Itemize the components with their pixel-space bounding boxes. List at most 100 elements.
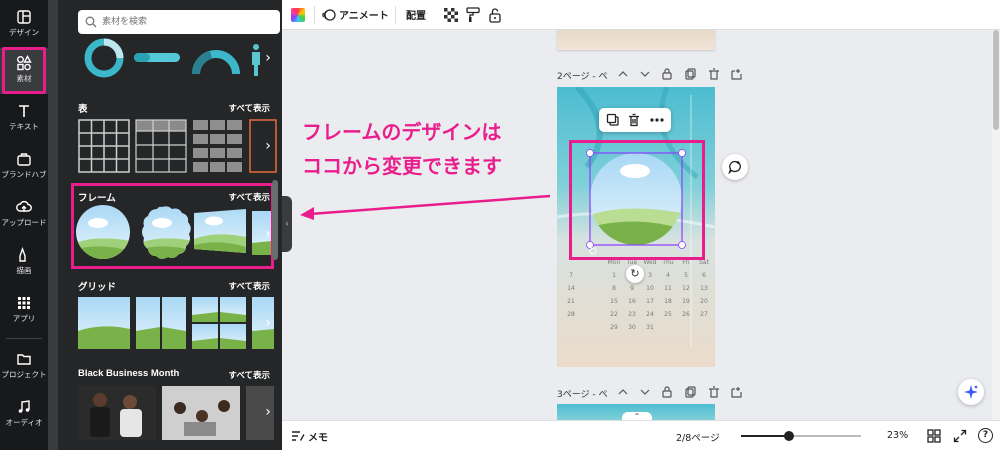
- rail-label: アプリ: [12, 314, 36, 323]
- calendar-leading-day: 28: [567, 311, 575, 318]
- calendar-date: 5: [684, 272, 688, 279]
- search-box[interactable]: [78, 10, 280, 34]
- more-icon[interactable]: [649, 113, 665, 127]
- notes-icon: [292, 431, 305, 441]
- grid-view-icon[interactable]: [927, 429, 941, 443]
- rail-item-text[interactable]: テキスト: [0, 96, 48, 142]
- panel-scrollbar[interactable]: [272, 180, 278, 260]
- toolbar-divider: [395, 6, 396, 24]
- add-comment-button[interactable]: [722, 154, 748, 180]
- annotation-text: フレームのデザインは ココから変更できます: [302, 115, 502, 183]
- trash-icon: [709, 68, 719, 80]
- brand-icon: [17, 153, 31, 166]
- rail-label: 描画: [16, 266, 32, 275]
- calendar-date: 16: [628, 298, 636, 305]
- left-rail: デザイン 素材 テキスト ブランドハブ アップロード 描画 アプリ プロジェクト…: [0, 0, 48, 450]
- see-all-table[interactable]: すべて表示: [228, 102, 270, 114]
- page-3-controls: [618, 386, 742, 398]
- calendar-day-header: Mon: [608, 259, 621, 266]
- rail-item-apps[interactable]: アプリ: [0, 288, 48, 334]
- rail-label: テキスト: [9, 122, 39, 131]
- zoom-level[interactable]: 23%: [887, 430, 908, 441]
- rail-item-projects[interactable]: プロジェクト: [0, 344, 48, 390]
- calendar-date: 10: [646, 285, 654, 292]
- help-icon[interactable]: ?: [978, 428, 993, 443]
- toolbar-divider: [314, 6, 315, 24]
- search-icon: [85, 16, 97, 28]
- apps-icon: [18, 297, 30, 309]
- shape-thumbnails-row[interactable]: [72, 38, 282, 82]
- chevron-up-icon: [618, 71, 628, 77]
- zoom-slider-track[interactable]: [741, 431, 861, 441]
- duplicate-icon[interactable]: [606, 113, 620, 127]
- scrollbar-thumb[interactable]: [993, 30, 999, 130]
- fullscreen-icon[interactable]: [953, 429, 967, 443]
- calendar-date: 23: [628, 311, 636, 318]
- page-2-title[interactable]: 2ページ - ペ: [557, 69, 608, 82]
- rail-label: オーディオ: [5, 418, 43, 427]
- photo-next-button[interactable]: ›: [260, 402, 276, 422]
- page-indicator[interactable]: 2/8ページ: [676, 430, 720, 444]
- photo-thumbnails[interactable]: [78, 386, 278, 440]
- calendar-date: 18: [664, 298, 672, 305]
- calendar-leading-day: 7: [569, 272, 573, 279]
- rotate-handle[interactable]: ↻: [626, 265, 644, 283]
- section-title-black-business-month: Black Business Month: [78, 368, 180, 379]
- transparency-icon[interactable]: [444, 8, 458, 22]
- see-all-black-business-month[interactable]: すべて表示: [228, 369, 270, 381]
- calendar-date: 24: [646, 311, 654, 318]
- color-picker-icon[interactable]: [291, 8, 305, 22]
- rail-divider: [6, 338, 42, 339]
- text-icon: [19, 105, 29, 117]
- search-input[interactable]: [102, 10, 272, 34]
- rail-item-upload[interactable]: アップロード: [0, 192, 48, 238]
- grid-thumbnails[interactable]: [78, 297, 278, 351]
- trash-icon[interactable]: [627, 113, 641, 127]
- rail-item-draw[interactable]: 描画: [0, 240, 48, 286]
- page-2-controls: [618, 68, 742, 80]
- upload-icon: [16, 200, 32, 212]
- calendar-date: 31: [646, 324, 654, 331]
- grid-next-button[interactable]: ›: [260, 313, 276, 333]
- calendar-leading-day: 21: [567, 298, 575, 305]
- position-button[interactable]: 配置: [406, 7, 426, 22]
- assistant-button[interactable]: [958, 379, 984, 405]
- annotation-arrow: [300, 194, 551, 220]
- page-1-canvas[interactable]: [557, 30, 715, 50]
- section-title-table: 表: [78, 104, 88, 115]
- calendar-date: 13: [700, 285, 708, 292]
- see-all-grid[interactable]: すべて表示: [228, 280, 270, 292]
- page-3-title[interactable]: 3ページ - ペ: [557, 387, 608, 400]
- calendar-date: 22: [610, 311, 618, 318]
- animate-button[interactable]: アニメート: [339, 7, 389, 22]
- trash-icon: [709, 386, 719, 398]
- table-thumbnails[interactable]: [78, 119, 278, 174]
- calendar-date: 11: [664, 285, 672, 292]
- table-next-button[interactable]: ›: [260, 136, 276, 156]
- notes-button[interactable]: メモ: [308, 429, 328, 444]
- sparkle-icon: [964, 385, 978, 399]
- shapes-next-button[interactable]: ›: [260, 48, 276, 68]
- zoom-slider-handle[interactable]: [784, 431, 794, 441]
- calendar-date: 17: [646, 298, 654, 305]
- lock-icon: [662, 68, 672, 80]
- calendar-date: 9: [630, 285, 634, 292]
- rail-item-audio[interactable]: オーディオ: [0, 392, 48, 438]
- calendar-date: 3: [648, 272, 652, 279]
- paint-roller-icon[interactable]: [466, 7, 480, 23]
- rail-item-design[interactable]: デザイン: [0, 2, 48, 48]
- rail-item-brand[interactable]: ブランドハブ: [0, 144, 48, 190]
- calendar-date: 6: [702, 272, 706, 279]
- chevron-down-icon: [640, 389, 650, 395]
- bottom-bar: メモ 2/8ページ 23% ?: [282, 420, 1000, 450]
- element-context-toolbar: [599, 108, 671, 132]
- canvas-area: 2ページ - ペ 7 14 21 28 Mon Tue Wed Thu Fri …: [282, 30, 992, 422]
- canvas-scrollbar[interactable]: [992, 30, 1000, 420]
- calendar-day-header: Wed: [643, 259, 656, 266]
- animate-icon: [322, 9, 336, 21]
- rail-label: プロジェクト: [1, 370, 47, 379]
- duplicate-icon: [685, 386, 696, 398]
- add-page-icon: [731, 69, 742, 80]
- calendar-date: 27: [700, 311, 708, 318]
- lock-icon[interactable]: [488, 7, 502, 23]
